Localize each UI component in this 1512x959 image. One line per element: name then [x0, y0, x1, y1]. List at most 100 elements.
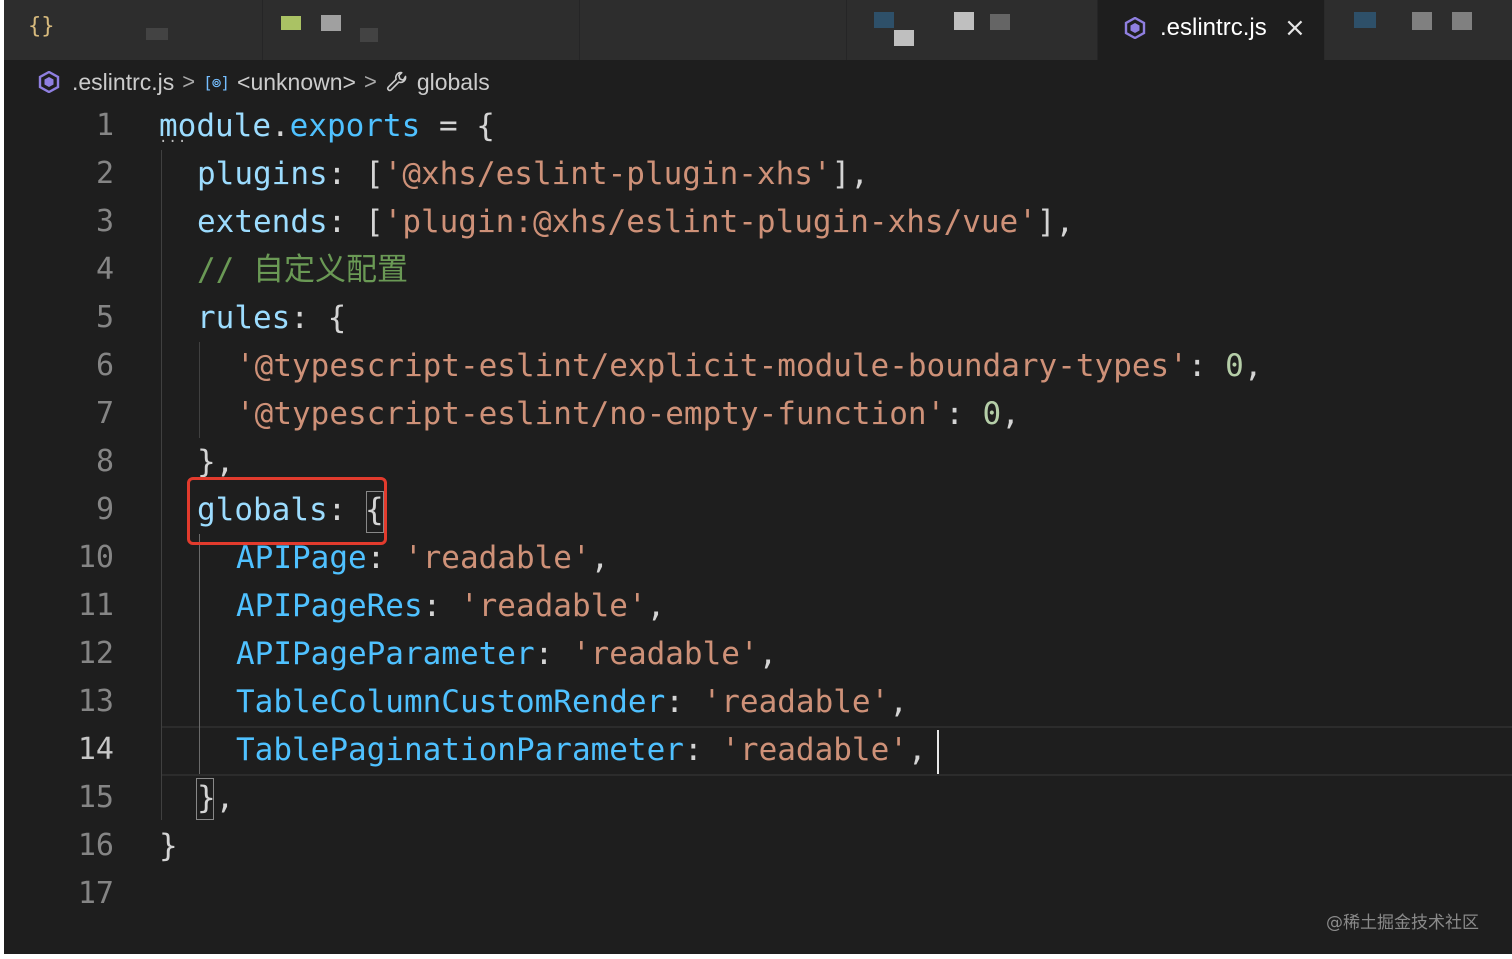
code-line-1[interactable]: module.exports = { — [159, 102, 495, 150]
wrench-icon — [386, 71, 407, 92]
obscured-tab-icon — [990, 14, 1010, 30]
line-number: 7 — [95, 396, 114, 431]
token-punct: , — [758, 636, 778, 672]
line-number: 17 — [77, 876, 114, 911]
breadcrumb-file-label: .eslintrc.js — [72, 68, 175, 95]
token-punct: , — [590, 540, 610, 576]
line-number: 9 — [95, 492, 114, 527]
token-number: 0 — [1225, 348, 1244, 384]
code-line-14[interactable]: TablePaginationParameter: 'readable', — [236, 726, 927, 774]
breadcrumb-property[interactable]: globals — [385, 69, 490, 96]
line-number: 8 — [95, 444, 114, 479]
token-key: extends — [197, 204, 328, 240]
code-line-16[interactable]: } — [159, 822, 178, 870]
code-line-12[interactable]: APIPageParameter: 'readable', — [236, 630, 777, 678]
code-line-7[interactable]: '@typescript-eslint/no-empty-function': … — [236, 390, 1020, 438]
token-string: '@typescript-eslint/explicit-module-boun… — [236, 348, 1188, 384]
obscured-tab-icon — [1452, 12, 1472, 30]
code-line-3[interactable]: extends: ['plugin:@xhs/eslint-plugin-xhs… — [197, 198, 1074, 246]
tab-inactive[interactable] — [580, 0, 847, 60]
code-line-11[interactable]: APIPageRes: 'readable', — [236, 582, 665, 630]
code-line-2[interactable]: plugins: ['@xhs/eslint-plugin-xhs'], — [197, 150, 869, 198]
watermark: @稀土掘金技术社区 — [1326, 913, 1479, 933]
annotation-highlight-box — [187, 477, 387, 545]
obscured-tab-content — [146, 28, 168, 40]
breadcrumb-symbol[interactable]: [⊚] <unknown> — [203, 69, 356, 96]
token-punct: : — [422, 588, 460, 624]
token-string: '@typescript-eslint/no-empty-function' — [236, 396, 946, 432]
line-number: 3 — [95, 204, 114, 239]
breadcrumb: .eslintrc.js > [⊚] <unknown> > globals — [38, 66, 490, 98]
obscured-tab-icon — [1412, 12, 1432, 30]
token-comment: // 自定义配置 — [197, 252, 408, 288]
indent-guide — [199, 342, 200, 438]
token-punct: : [ — [327, 156, 384, 192]
token-string: 'readable' — [403, 540, 591, 576]
token-string: '@xhs/eslint-plugin-xhs' — [383, 156, 832, 192]
token-punct: : — [366, 540, 404, 576]
token-punct: , — [907, 732, 927, 768]
line-number-active: 14 — [77, 732, 114, 767]
token-string: 'plugin:@xhs/eslint-plugin-xhs/vue' — [383, 204, 1037, 240]
obscured-tab-icon — [321, 15, 341, 31]
token-brace: } — [159, 828, 178, 864]
obscured-tab-icon — [874, 12, 894, 28]
token-string: 'readable' — [459, 588, 647, 624]
chevron-right-icon: > — [363, 69, 377, 94]
token-string: 'readable' — [702, 684, 890, 720]
close-icon[interactable]: × — [1284, 14, 1306, 42]
tab-inactive[interactable] — [1325, 0, 1512, 60]
token-string: 'readable' — [721, 732, 908, 768]
obscured-tab-icon — [1354, 12, 1376, 28]
tab-title: .eslintrc.js — [1160, 14, 1267, 41]
line-number: 4 — [95, 252, 114, 287]
variable-icon: [⊚] — [203, 72, 230, 92]
obscured-tab-icon — [894, 30, 914, 46]
token-punct: : — [683, 732, 722, 768]
token-number: 0 — [982, 396, 1002, 432]
token-punct: , — [1001, 396, 1020, 432]
token-punct: ], — [831, 156, 869, 192]
indent-guide-active — [199, 534, 200, 774]
line-number: 12 — [77, 636, 114, 671]
token-key: APIPage — [236, 540, 367, 576]
line-number: 16 — [77, 828, 114, 863]
obscured-tab-content — [360, 28, 378, 42]
token-punct: , — [646, 588, 666, 624]
obscured-tab-icon — [954, 12, 974, 30]
line-number: 6 — [95, 348, 114, 383]
token-key: APIPageParameter — [236, 636, 535, 672]
token-string: 'readable' — [571, 636, 759, 672]
eslint-icon — [1124, 17, 1146, 39]
token-key: TablePaginationParameter — [236, 732, 684, 768]
token-punct: : { — [290, 300, 347, 336]
line-number: 2 — [95, 156, 114, 191]
bracket-match-close — [196, 778, 214, 820]
code-line-13[interactable]: TableColumnCustomRender: 'readable', — [236, 678, 908, 726]
line-number: 5 — [95, 300, 114, 335]
line-number: 10 — [77, 540, 114, 575]
token-assign: = { — [420, 108, 495, 144]
code-line-6[interactable]: '@typescript-eslint/explicit-module-boun… — [236, 342, 1263, 390]
token-punct: : [ — [327, 204, 384, 240]
editor-window: {} .eslintrc.js × .eslintrc.js > [⊚] <un… — [4, 0, 1512, 954]
token-key: plugins — [197, 156, 328, 192]
token-dot: . — [270, 108, 290, 144]
tab-bar: {} .eslintrc.js × — [4, 0, 1512, 60]
code-line-4[interactable]: // 自定义配置 — [197, 246, 408, 294]
code-line-5[interactable]: rules: { — [197, 294, 346, 342]
tab-inactive[interactable] — [263, 0, 580, 60]
token-punct: : — [945, 396, 983, 432]
line-number: 13 — [77, 684, 114, 719]
token-punct: , — [889, 684, 908, 720]
token-module: module — [159, 108, 271, 144]
token-punct: : — [534, 636, 572, 672]
tab-inactive[interactable] — [847, 0, 1098, 60]
text-cursor — [937, 730, 939, 774]
breadcrumb-file[interactable]: .eslintrc.js — [38, 69, 174, 96]
eslint-icon — [38, 71, 60, 93]
breadcrumb-symbol-label: <unknown> — [237, 68, 356, 95]
token-punct: ], — [1036, 204, 1075, 240]
token-key: APIPageRes — [236, 588, 423, 624]
line-number: 11 — [77, 588, 114, 623]
